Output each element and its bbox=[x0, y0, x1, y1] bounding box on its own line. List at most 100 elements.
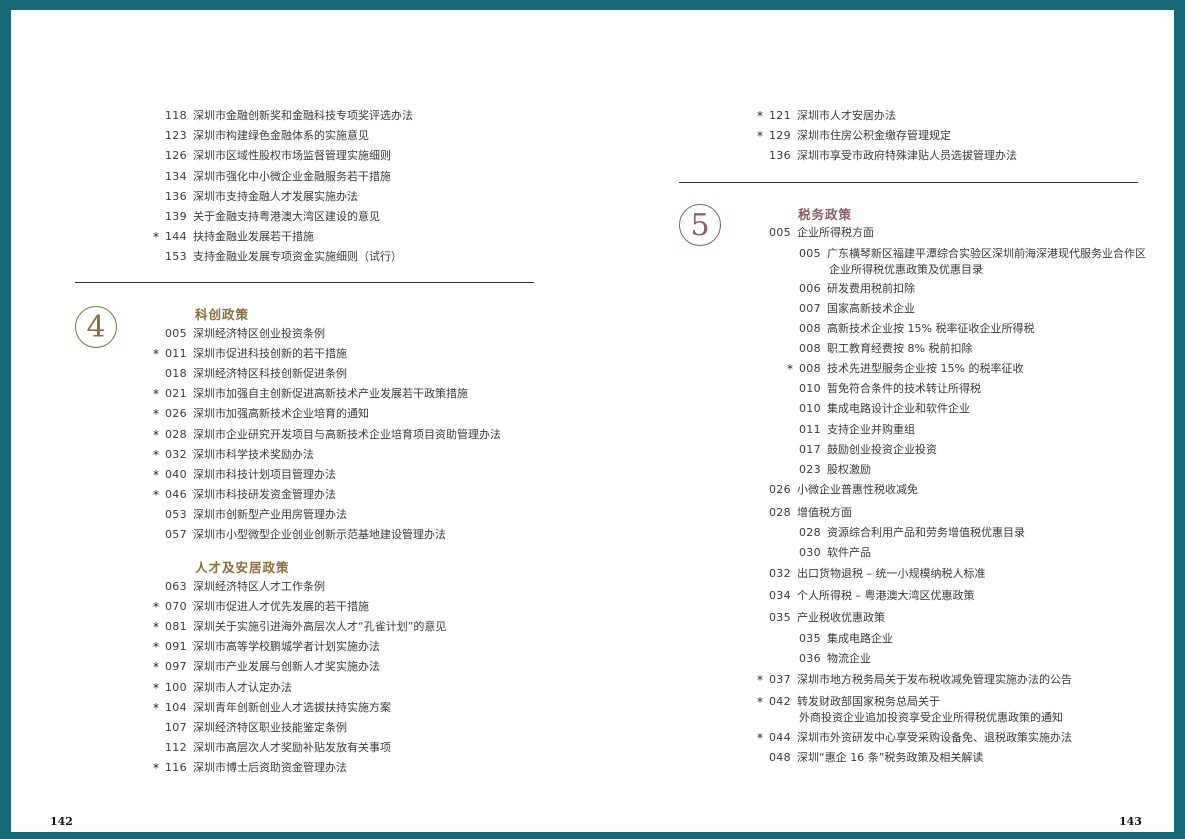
toc-entry[interactable]: * 032 深圳市科学技术奖励办法 bbox=[153, 446, 314, 464]
divider bbox=[75, 282, 534, 283]
entry-title: 深圳市博士后资助资金管理办法 bbox=[193, 760, 347, 774]
toc-entry[interactable]: 107 深圳经济特区职业技能鉴定条例 bbox=[165, 719, 347, 737]
toc-entry[interactable]: 057 深圳市小型微型企业创业创新示范基地建设管理办法 bbox=[165, 526, 446, 544]
entry-page-number: 104 bbox=[165, 700, 187, 714]
toc-entry[interactable]: * 104 深圳青年创新创业人才选拔扶持实施方案 bbox=[153, 699, 391, 717]
entry-page-number: 091 bbox=[165, 640, 187, 654]
entry-page-number: 028 bbox=[799, 526, 821, 539]
entry-page-number: 134 bbox=[165, 169, 187, 183]
toc-entry[interactable]: 030 软件产品 bbox=[799, 544, 871, 562]
toc-entry[interactable]: * 121 深圳市人才安居办法 bbox=[757, 107, 896, 125]
entry-page-number: 123 bbox=[165, 129, 187, 143]
toc-entry[interactable]: 063 深圳经济特区人才工作条例 bbox=[165, 578, 325, 596]
entry-page-number: 118 bbox=[165, 109, 187, 122]
toc-entry[interactable]: 035 集成电路企业 bbox=[799, 630, 893, 648]
toc-entry[interactable]: 005 广东横琴新区福建平潭综合实验区深圳前海深港现代服务业合作区 企业所得税优惠政… bbox=[799, 245, 1146, 276]
entry-page-number: 030 bbox=[799, 546, 821, 559]
toc-entry[interactable]: 010 暂免符合条件的技术转让所得税 bbox=[799, 380, 981, 398]
toc-entry[interactable]: * 070 深圳市促进人才优先发展的若干措施 bbox=[153, 598, 369, 616]
toc-entry[interactable]: 118 深圳市金融创新奖和金融科技专项奖评选办法 bbox=[165, 107, 413, 125]
toc-entry[interactable]: 005 企业所得税方面 bbox=[769, 224, 874, 242]
entry-page-number: 112 bbox=[165, 740, 187, 754]
entry-title: 深圳市加强高新技术企业培育的通知 bbox=[193, 407, 369, 421]
entry-title: 深圳市加强自主创新促进高新技术产业发展若干政策措施 bbox=[193, 387, 468, 401]
toc-entry[interactable]: * 081 深圳关于实施引进海外高层次人才“孔雀计划”的意见 bbox=[153, 618, 446, 636]
entry-title: 深圳市构建绿色金融体系的实施意见 bbox=[193, 129, 369, 143]
toc-entry[interactable]: 026 小微企业普惠性税收减免 bbox=[769, 481, 918, 499]
toc-entry[interactable]: 007 国家高新技术企业 bbox=[799, 300, 915, 318]
toc-entry[interactable]: * 011 深圳市促进科技创新的若干措施 bbox=[153, 345, 347, 363]
entry-title-continued: 外商投资企业追加投资享受企业所得税优惠政策的通知 bbox=[799, 711, 1063, 724]
toc-entry[interactable]: * 046 深圳市科技研发资金管理办法 bbox=[153, 486, 336, 504]
toc-entry[interactable]: 006 研发费用税前扣除 bbox=[799, 280, 915, 298]
entry-title: 深圳市享受市政府特殊津贴人员选拔管理办法 bbox=[797, 149, 1017, 163]
entry-page-number: 010 bbox=[799, 402, 821, 415]
entry-page-number: 100 bbox=[165, 680, 187, 694]
toc-entry[interactable]: 010 集成电路设计企业和软件企业 bbox=[799, 400, 970, 418]
entry-title: 深圳市人才认定办法 bbox=[193, 680, 292, 694]
toc-entry[interactable]: 034 个人所得税 – 粤港澳大湾区优惠政策 bbox=[769, 587, 975, 605]
toc-entry[interactable]: * 042 转发财政部国家税务总局关于 外商投资企业追加投资享受企业所得税优惠政策的通… bbox=[757, 693, 1063, 724]
toc-entry[interactable]: 008 职工教育经费按 8% 税前扣除 bbox=[799, 340, 972, 358]
section-number-badge: 4 bbox=[75, 306, 117, 348]
entry-page-number: 008 bbox=[799, 322, 821, 335]
toc-entry[interactable]: * 028 深圳市企业研究开发项目与高新技术企业培育项目资助管理办法 bbox=[153, 426, 501, 444]
entry-page-number: 005 bbox=[769, 226, 791, 239]
toc-entry[interactable]: 053 深圳市创新型产业用房管理办法 bbox=[165, 506, 347, 524]
toc-entry[interactable]: * 037 深圳市地方税务局关于发布税收减免管理实施办法的公告 bbox=[757, 671, 1072, 689]
entry-page-number: 005 bbox=[799, 247, 821, 260]
star-icon: * bbox=[757, 129, 763, 144]
toc-entry[interactable]: * 091 深圳市高等学校鹏城学者计划实施办法 bbox=[153, 638, 380, 656]
toc-entry[interactable]: * 008 技术先进型服务企业按 15% 的税率征收 bbox=[787, 360, 1023, 378]
entry-page-number: 037 bbox=[769, 673, 791, 686]
toc-entry[interactable]: * 021 深圳市加强自主创新促进高新技术产业发展若干政策措施 bbox=[153, 385, 468, 403]
star-icon: * bbox=[153, 387, 159, 402]
entry-title: 支持企业并购重组 bbox=[827, 423, 915, 436]
entry-page-number: 144 bbox=[165, 230, 187, 244]
toc-entry[interactable]: 123 深圳市构建绿色金融体系的实施意见 bbox=[165, 127, 369, 145]
entry-page-number: 017 bbox=[799, 443, 821, 456]
entry-page-number: 121 bbox=[769, 109, 791, 122]
section-title: 税务政策 bbox=[798, 207, 853, 222]
toc-entry[interactable]: 005 深圳经济特区创业投资条例 bbox=[165, 325, 325, 343]
toc-entry[interactable]: 023 股权激励 bbox=[799, 461, 871, 479]
toc-entry[interactable]: 008 高新技术企业按 15% 税率征收企业所得税 bbox=[799, 320, 1034, 338]
toc-entry[interactable]: 018 深圳经济特区科技创新促进条例 bbox=[165, 365, 347, 383]
entry-title: 深圳市高等学校鹏城学者计划实施办法 bbox=[193, 640, 380, 654]
toc-entry[interactable]: 136 深圳市享受市政府特殊津贴人员选拔管理办法 bbox=[769, 147, 1017, 165]
entry-title: 深圳市创新型产业用房管理办法 bbox=[193, 507, 347, 521]
star-icon: * bbox=[153, 640, 159, 655]
entry-page-number: 070 bbox=[165, 600, 187, 614]
toc-entry[interactable]: 035 产业税收优惠政策 bbox=[769, 609, 885, 627]
toc-entry[interactable]: 139 关于金融支持粤港澳大湾区建设的意见 bbox=[165, 208, 380, 226]
toc-entry[interactable]: 048 深圳“惠企 16 条”税务政策及相关解读 bbox=[769, 749, 983, 767]
toc-entry[interactable]: * 116 深圳市博士后资助资金管理办法 bbox=[153, 759, 347, 777]
toc-entry[interactable]: * 044 深圳市外资研发中心享受采购设备免、退税政策实施办法 bbox=[757, 729, 1072, 747]
toc-entry[interactable]: * 040 深圳市科技计划项目管理办法 bbox=[153, 466, 336, 484]
toc-entry[interactable]: 011 支持企业并购重组 bbox=[799, 421, 915, 439]
toc-entry[interactable]: * 144 扶持金融业发展若干措施 bbox=[153, 228, 314, 246]
entry-page-number: 010 bbox=[799, 382, 821, 395]
entry-title: 研发费用税前扣除 bbox=[827, 282, 915, 295]
toc-entry[interactable]: 017 鼓励创业投资企业投资 bbox=[799, 441, 937, 459]
toc-entry[interactable]: 126 深圳市区域性股权市场监督管理实施细则 bbox=[165, 147, 391, 165]
toc-entry[interactable]: 134 深圳市强化中小微企业金融服务若干措施 bbox=[165, 168, 391, 186]
toc-entry[interactable]: 136 深圳市支持金融人才发展实施办法 bbox=[165, 188, 358, 206]
toc-entry[interactable]: 036 物流企业 bbox=[799, 650, 871, 668]
toc-entry[interactable]: * 026 深圳市加强高新技术企业培育的通知 bbox=[153, 405, 369, 423]
entry-title: 物流企业 bbox=[827, 652, 871, 665]
toc-entry[interactable]: * 097 深圳市产业发展与创新人才奖实施办法 bbox=[153, 658, 380, 676]
toc-entry[interactable]: * 129 深圳市住房公积金缴存管理规定 bbox=[757, 127, 951, 145]
entry-page-number: 081 bbox=[165, 620, 187, 634]
toc-entry[interactable]: 032 出口货物退税 – 统一小规模纳税人标准 bbox=[769, 565, 986, 583]
entry-title: 深圳市产业发展与创新人才奖实施办法 bbox=[193, 660, 380, 674]
toc-entry[interactable]: * 100 深圳市人才认定办法 bbox=[153, 679, 292, 697]
entry-title: 软件产品 bbox=[827, 546, 871, 559]
entry-page-number: 006 bbox=[799, 282, 821, 295]
toc-entry[interactable]: 153 支持金融业发展专项资金实施细则（试行） bbox=[165, 248, 402, 266]
toc-entry[interactable]: 028 增值税方面 bbox=[769, 504, 852, 522]
entry-page-number: 028 bbox=[769, 506, 791, 519]
star-icon: * bbox=[153, 680, 159, 695]
toc-entry[interactable]: 028 资源综合利用产品和劳务增值税优惠目录 bbox=[799, 524, 1025, 542]
toc-entry[interactable]: 112 深圳市高层次人才奖励补贴发放有关事项 bbox=[165, 739, 391, 757]
